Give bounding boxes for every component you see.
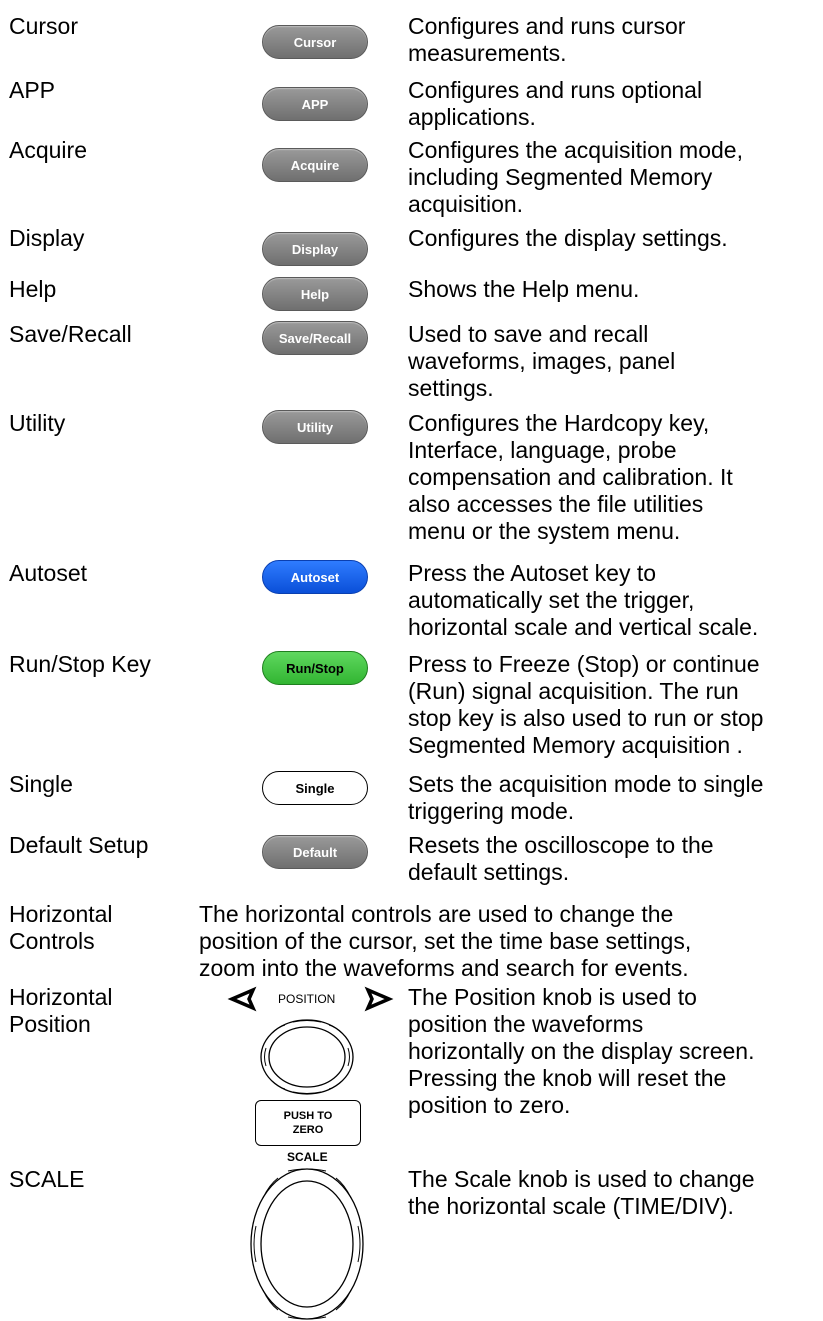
- desc-line: Configures and runs optional: [408, 77, 703, 103]
- desc-line: Configures the Hardcopy key,: [408, 410, 710, 436]
- desc-line: waveforms, images, panel: [408, 348, 676, 374]
- scale-knob[interactable]: [248, 1166, 366, 1321]
- row-description: Configures the Hardcopy key, Interface, …: [408, 410, 818, 545]
- save-recall-key-button[interactable]: Save/Recall: [262, 321, 368, 355]
- desc-line: Sets the acquisition mode to single: [408, 771, 764, 797]
- row-description: Configures the acquisition mode, includi…: [408, 137, 818, 218]
- desc-line: applications.: [408, 104, 536, 130]
- term-line: Controls: [9, 928, 95, 954]
- row-description: Sets the acquisition mode to single trig…: [408, 771, 818, 825]
- desc-line: Shows the Help menu.: [408, 276, 640, 302]
- desc-line: the horizontal scale (TIME/DIV).: [408, 1193, 734, 1219]
- desc-line: position the waveforms: [408, 1011, 644, 1037]
- row-description: Configures and runs optional application…: [408, 77, 818, 131]
- manual-page: Cursor Cursor Configures and runs cursor…: [0, 0, 823, 1321]
- desc-line: Configures the display settings.: [408, 225, 728, 251]
- desc-line: settings.: [408, 375, 494, 401]
- desc-line: The horizontal controls are used to chan…: [199, 901, 674, 927]
- desc-line: horizontal scale and vertical scale.: [408, 614, 759, 640]
- row-term: Horizontal Position: [9, 984, 113, 1038]
- desc-line: zoom into the waveforms and search for e…: [199, 955, 689, 981]
- row-term: Horizontal Controls: [9, 901, 113, 955]
- run-stop-key-button[interactable]: Run/Stop: [262, 651, 368, 685]
- row-description: Used to save and recall waveforms, image…: [408, 321, 818, 402]
- default-key-button[interactable]: Default: [262, 835, 368, 869]
- row-description: The Position knob is used to position th…: [408, 984, 818, 1119]
- desc-line: Segmented Memory acquisition .: [408, 732, 743, 758]
- desc-line: Configures the acquisition mode,: [408, 137, 743, 163]
- row-term: Help: [9, 276, 57, 302]
- desc-line: position to zero.: [408, 1092, 571, 1118]
- row-term: APP: [9, 77, 56, 103]
- desc-line: Resets the oscilloscope to the: [408, 832, 714, 858]
- acquire-key-button[interactable]: Acquire: [262, 148, 368, 182]
- desc-line: compensation and calibration. It: [408, 464, 733, 490]
- right-arrow-icon: [364, 986, 394, 1012]
- row-term: Single: [9, 771, 73, 797]
- desc-line: position of the cursor, set the time bas…: [199, 928, 692, 954]
- row-description: Configures and runs cursor measurements.: [408, 13, 818, 67]
- row-term: Cursor: [9, 13, 79, 39]
- scale-knob-label: SCALE: [287, 1150, 328, 1164]
- app-key-button[interactable]: APP: [262, 87, 368, 121]
- row-term: Autoset: [9, 560, 87, 586]
- position-knob-label: POSITION: [278, 992, 336, 1006]
- push-to-zero-line: ZERO: [292, 1124, 324, 1136]
- desc-line: measurements.: [408, 40, 567, 66]
- desc-line: automatically set the trigger,: [408, 587, 695, 613]
- row-term: Default Setup: [9, 832, 149, 858]
- desc-line: (Run) signal acquisition. The run: [408, 678, 739, 704]
- desc-line: acquisition.: [408, 191, 524, 217]
- desc-line: The Scale knob is used to change: [408, 1166, 755, 1192]
- single-key-button[interactable]: Single: [262, 771, 368, 805]
- row-description: Press the Autoset key to automatically s…: [408, 560, 818, 641]
- display-key-button[interactable]: Display: [262, 232, 368, 266]
- desc-line: Press to Freeze (Stop) or continue: [408, 651, 760, 677]
- position-knob[interactable]: [258, 1018, 356, 1096]
- row-description: Press to Freeze (Stop) or continue (Run)…: [408, 651, 818, 759]
- desc-line: horizontally on the display screen.: [408, 1038, 755, 1064]
- desc-line: triggering mode.: [408, 798, 575, 824]
- row-term: Utility: [9, 410, 66, 436]
- desc-line: also accesses the file utilities: [408, 491, 704, 517]
- term-line: Horizontal: [9, 901, 113, 927]
- row-term: Save/Recall: [9, 321, 132, 347]
- row-description: Shows the Help menu.: [408, 276, 818, 303]
- row-term: Acquire: [9, 137, 87, 163]
- desc-line: Press the Autoset key to: [408, 560, 657, 586]
- desc-line: Pressing the knob will reset the: [408, 1065, 727, 1091]
- desc-line: including Segmented Memory: [408, 164, 713, 190]
- desc-line: Used to save and recall: [408, 321, 649, 347]
- term-line: Horizontal: [9, 984, 113, 1010]
- cursor-key-button[interactable]: Cursor: [262, 25, 368, 59]
- push-to-zero-label: PUSH TO ZERO: [255, 1100, 361, 1146]
- desc-line: Interface, language, probe: [408, 437, 677, 463]
- desc-line: Configures and runs cursor: [408, 13, 686, 39]
- left-arrow-icon: [227, 986, 257, 1012]
- help-key-button[interactable]: Help: [262, 277, 368, 311]
- push-to-zero-line: PUSH TO: [283, 1110, 333, 1122]
- row-term: SCALE: [9, 1166, 85, 1192]
- desc-line: stop key is also used to run or stop: [408, 705, 764, 731]
- utility-key-button[interactable]: Utility: [262, 410, 368, 444]
- row-description: The Scale knob is used to change the hor…: [408, 1166, 818, 1220]
- desc-line: The Position knob is used to: [408, 984, 697, 1010]
- row-description: Resets the oscilloscope to the default s…: [408, 832, 818, 886]
- term-line: Position: [9, 1011, 91, 1037]
- row-term: Display: [9, 225, 85, 251]
- desc-line: menu or the system menu.: [408, 518, 681, 544]
- autoset-key-button[interactable]: Autoset: [262, 560, 368, 594]
- section-description: The horizontal controls are used to chan…: [199, 901, 819, 982]
- row-term: Run/Stop Key: [9, 651, 151, 677]
- row-description: Configures the display settings.: [408, 225, 818, 252]
- desc-line: default settings.: [408, 859, 570, 885]
